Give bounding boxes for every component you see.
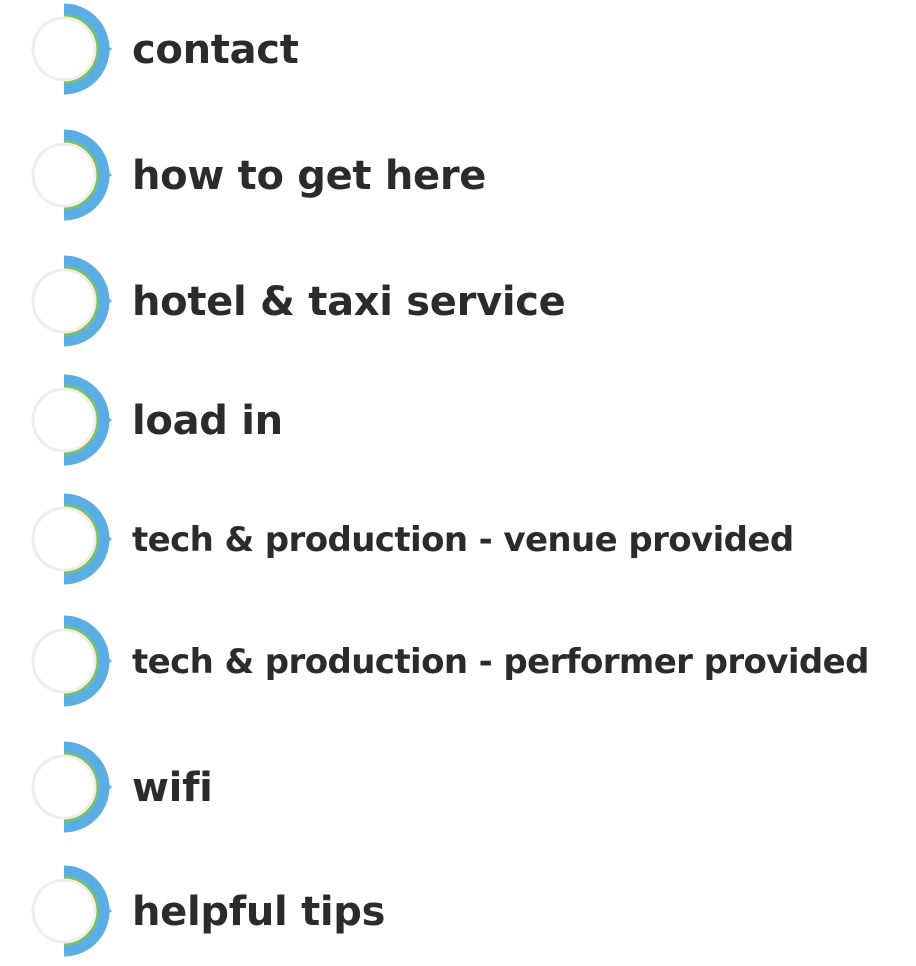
menu-item-contact[interactable]: contact bbox=[14, 0, 914, 100]
menu-item-label: tech & production - venue provided bbox=[132, 520, 794, 560]
menu-item-label: wifi bbox=[132, 765, 213, 811]
chevron-circle-icon bbox=[14, 738, 114, 838]
menu-item-wifi[interactable]: wifi bbox=[14, 738, 914, 838]
menu-item-label: contact bbox=[132, 27, 299, 73]
menu-item-label: how to get here bbox=[132, 153, 487, 199]
nav-menu: contact how to get here hotel & taxi ser… bbox=[0, 0, 916, 957]
chevron-circle-icon bbox=[14, 612, 114, 712]
menu-item-tech-performer[interactable]: tech & production - performer provided bbox=[14, 612, 914, 712]
menu-item-how-to-get-here[interactable]: how to get here bbox=[14, 126, 914, 226]
chevron-circle-icon bbox=[14, 490, 114, 590]
chevron-circle-icon bbox=[14, 862, 114, 962]
chevron-circle-icon bbox=[14, 371, 114, 471]
chevron-circle-icon bbox=[14, 0, 114, 100]
menu-item-label: tech & production - performer provided bbox=[132, 642, 869, 682]
menu-item-tech-venue[interactable]: tech & production - venue provided bbox=[14, 490, 914, 590]
menu-item-label: load in bbox=[132, 398, 283, 444]
menu-item-hotel-taxi[interactable]: hotel & taxi service bbox=[14, 252, 914, 352]
menu-item-label: helpful tips bbox=[132, 889, 386, 935]
menu-item-helpful-tips[interactable]: helpful tips bbox=[14, 862, 914, 962]
chevron-circle-icon bbox=[14, 126, 114, 226]
menu-item-label: hotel & taxi service bbox=[132, 279, 566, 325]
menu-item-load-in[interactable]: load in bbox=[14, 371, 914, 471]
chevron-circle-icon bbox=[14, 252, 114, 352]
